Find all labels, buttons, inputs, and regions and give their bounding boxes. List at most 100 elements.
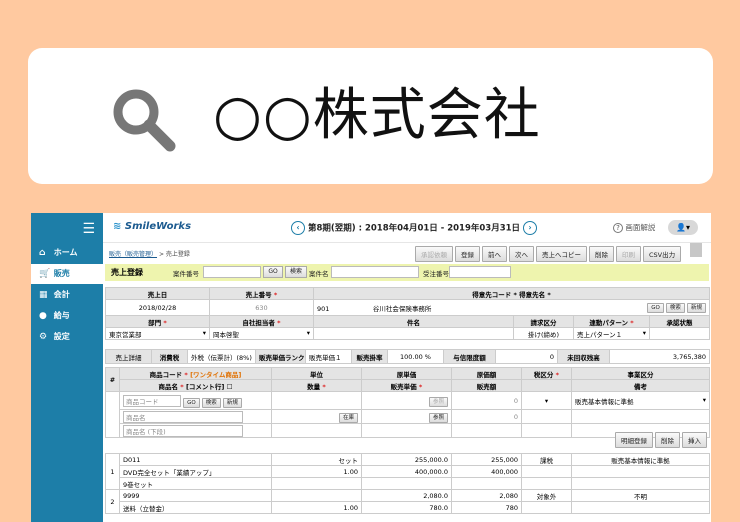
col-qty: 数量 * bbox=[271, 379, 362, 392]
table-row[interactable]: 送料（立替金） 1.00 780.0 780 bbox=[106, 501, 710, 514]
entry-cost: 0 bbox=[451, 391, 522, 410]
sidebar-item-settings[interactable]: ⚙ 設定 bbox=[31, 327, 103, 347]
balance-value: 3,765,380 bbox=[609, 349, 710, 364]
dept-select[interactable]: 東京営業部 ▾ bbox=[105, 327, 210, 340]
rate-value: 100.00 % bbox=[387, 349, 444, 364]
product-code-input[interactable]: 商品コード bbox=[123, 394, 181, 407]
search-icon bbox=[113, 89, 176, 152]
question-icon: ? bbox=[613, 223, 623, 233]
col-code: 商品コード * [ワンタイム商品] bbox=[119, 367, 272, 380]
entry-biz-select[interactable]: 販売基本情報に準拠 ▾ bbox=[571, 391, 710, 410]
detail-buttons: 明細登録 削除 挿入 bbox=[615, 432, 707, 448]
case-name-label: 案件名 bbox=[309, 270, 329, 278]
customer-search-button[interactable]: 検索 bbox=[665, 302, 685, 313]
hamburger-icon[interactable]: ☰ bbox=[82, 221, 95, 237]
tax-value: 外税（伝票計）(8%) bbox=[187, 349, 256, 364]
billing-label: 請求区分 bbox=[513, 315, 574, 328]
insert-detail-button[interactable]: 挿入 bbox=[682, 432, 707, 448]
staff-select[interactable]: 岡本啓聖 ▾ bbox=[209, 327, 314, 340]
entry-new-button[interactable]: 新規 bbox=[222, 397, 242, 408]
price-ref-button[interactable]: 参照 bbox=[428, 396, 448, 407]
approval-request-button[interactable]: 承認依頼 bbox=[415, 246, 453, 262]
sales-date-field[interactable]: 2018/02/28 bbox=[105, 299, 210, 316]
sales-detail-button[interactable]: 売上詳細 bbox=[105, 349, 152, 364]
order-no-input[interactable] bbox=[449, 266, 511, 278]
search-query: ○○株式会社 bbox=[213, 83, 541, 148]
csv-export-button[interactable]: CSV出力 bbox=[643, 246, 682, 262]
delete-button[interactable]: 削除 bbox=[589, 246, 614, 262]
prev-period-icon[interactable]: ‹ bbox=[291, 221, 305, 235]
search-bar[interactable]: ○○株式会社 bbox=[28, 48, 713, 184]
breadcrumb: 販売（販売管理） > 売上登録 bbox=[109, 251, 190, 258]
col-blank bbox=[521, 379, 572, 392]
user-menu[interactable]: 👤▾ bbox=[668, 220, 698, 235]
register-detail-button[interactable]: 明細登録 bbox=[615, 432, 653, 448]
next-period-icon[interactable]: › bbox=[523, 221, 538, 235]
approval-field bbox=[648, 327, 711, 340]
form-title-bar: 売上登録 案件番号 GO 検索 案件名 受注番号 bbox=[105, 264, 709, 281]
customer-field[interactable]: 901 谷川社会保険事務所 GO 検索 新規 bbox=[312, 299, 711, 316]
register-button[interactable]: 登録 bbox=[455, 246, 480, 262]
customer-go-button[interactable]: GO bbox=[647, 302, 664, 313]
dept-label: 部門 * bbox=[105, 315, 210, 328]
product-name-input[interactable]: 商品名 bbox=[123, 410, 243, 423]
copy-to-sales-button[interactable]: 売上へコピー bbox=[536, 246, 587, 262]
subject-label: 件名 bbox=[313, 315, 514, 328]
case-name-input[interactable] bbox=[331, 266, 419, 278]
case-search-button[interactable]: 検索 bbox=[285, 266, 307, 278]
sidebar-item-payroll[interactable]: ● 給与 bbox=[31, 306, 103, 326]
entry-amount: 0 bbox=[451, 409, 522, 424]
detail-entry-grid: # 商品コード * [ワンタイム商品] 単位 原単価 原価額 税区分 * 事業区… bbox=[105, 367, 710, 438]
pattern-label: 連動パターン * bbox=[573, 315, 650, 328]
entry-blank bbox=[521, 409, 572, 424]
table-row[interactable]: 1 D011 セット 255,000.0 255,000 課税 販売基本情報に準… bbox=[105, 453, 710, 490]
entry-unit-input[interactable] bbox=[271, 391, 362, 410]
table-row[interactable]: 2 9999 2,080.0 2,080 対象外 不明 bbox=[105, 489, 710, 514]
balance-label: 未回収残高 bbox=[557, 349, 610, 364]
entry-note-input[interactable] bbox=[571, 409, 710, 424]
sidebar-item-sales[interactable]: 🛒 販売 bbox=[31, 264, 103, 284]
case-go-button[interactable]: GO bbox=[263, 266, 283, 278]
entry-code-cell: 商品コード GO 検索 新規 bbox=[119, 391, 272, 410]
product-name2-input[interactable]: 商品名 (下段) bbox=[123, 424, 243, 437]
delete-detail-button[interactable]: 削除 bbox=[655, 432, 680, 448]
billing-field: 掛け(締め) bbox=[513, 327, 574, 340]
entry-qty-cell: 在庫 bbox=[271, 409, 362, 424]
entry-search-button[interactable]: 検索 bbox=[201, 397, 221, 408]
customer-new-button[interactable]: 新規 bbox=[687, 302, 707, 313]
stock-button[interactable]: 在庫 bbox=[338, 412, 358, 423]
col-unit: 単位 bbox=[271, 367, 362, 380]
breadcrumb-link[interactable]: 販売（販売管理） bbox=[109, 251, 157, 258]
sidebar-item-home[interactable]: ⌂ ホーム bbox=[31, 243, 103, 263]
table-row[interactable]: 9巻セット bbox=[106, 477, 710, 490]
case-no-input[interactable] bbox=[203, 266, 261, 278]
entry-no bbox=[105, 391, 120, 438]
entry-go-button[interactable]: GO bbox=[183, 397, 200, 408]
help-link[interactable]: ? 画面解説 bbox=[613, 222, 655, 233]
print-button[interactable]: 印刷 bbox=[616, 246, 641, 262]
top-bar: ≋ SmileWorks ‹ 第8期(翌期) : 2018年04月01日 - 2… bbox=[103, 213, 711, 243]
pattern-select[interactable]: 売上パターン１ ▾ bbox=[573, 327, 650, 340]
table-row[interactable]: DVD完全セット「業績アップ」 1.00 400,000.0 400,000 bbox=[106, 465, 710, 478]
entry-name-cell: 商品名 bbox=[119, 409, 272, 424]
entry-tax-select[interactable]: ▾ bbox=[521, 391, 572, 410]
cart-icon: 🛒 bbox=[39, 269, 51, 279]
col-name: 商品名 * [コメント行] ☐ bbox=[119, 379, 272, 392]
sidebar-item-accounting[interactable]: ▦ 会計 bbox=[31, 285, 103, 305]
rank-label: 販売単価ランク bbox=[255, 349, 306, 364]
bookmark-icon[interactable] bbox=[690, 243, 702, 257]
sell-ref-button[interactable]: 参照 bbox=[428, 412, 448, 423]
sales-date-label: 売上日 bbox=[105, 287, 210, 300]
col-price: 原単価 bbox=[361, 367, 452, 380]
col-amount: 販売額 bbox=[451, 379, 522, 392]
prev-button[interactable]: 前へ bbox=[482, 246, 507, 262]
entry-name2-cell: 商品名 (下段) bbox=[119, 423, 272, 438]
next-button[interactable]: 次へ bbox=[509, 246, 534, 262]
app-window: ☰ ⌂ ホーム 🛒 販売 ▦ 会計 ● 給与 ⚙ 設定 ≋ SmileWorks… bbox=[31, 213, 711, 522]
gear-icon: ⚙ bbox=[39, 332, 48, 342]
credit-value: 0 bbox=[495, 349, 558, 364]
tax-label: 消費税 bbox=[151, 349, 188, 364]
sidebar: ☰ ⌂ ホーム 🛒 販売 ▦ 会計 ● 給与 ⚙ 設定 bbox=[31, 213, 103, 522]
subject-input[interactable] bbox=[313, 327, 514, 340]
entry-sell-cell: 参照 bbox=[361, 409, 452, 424]
